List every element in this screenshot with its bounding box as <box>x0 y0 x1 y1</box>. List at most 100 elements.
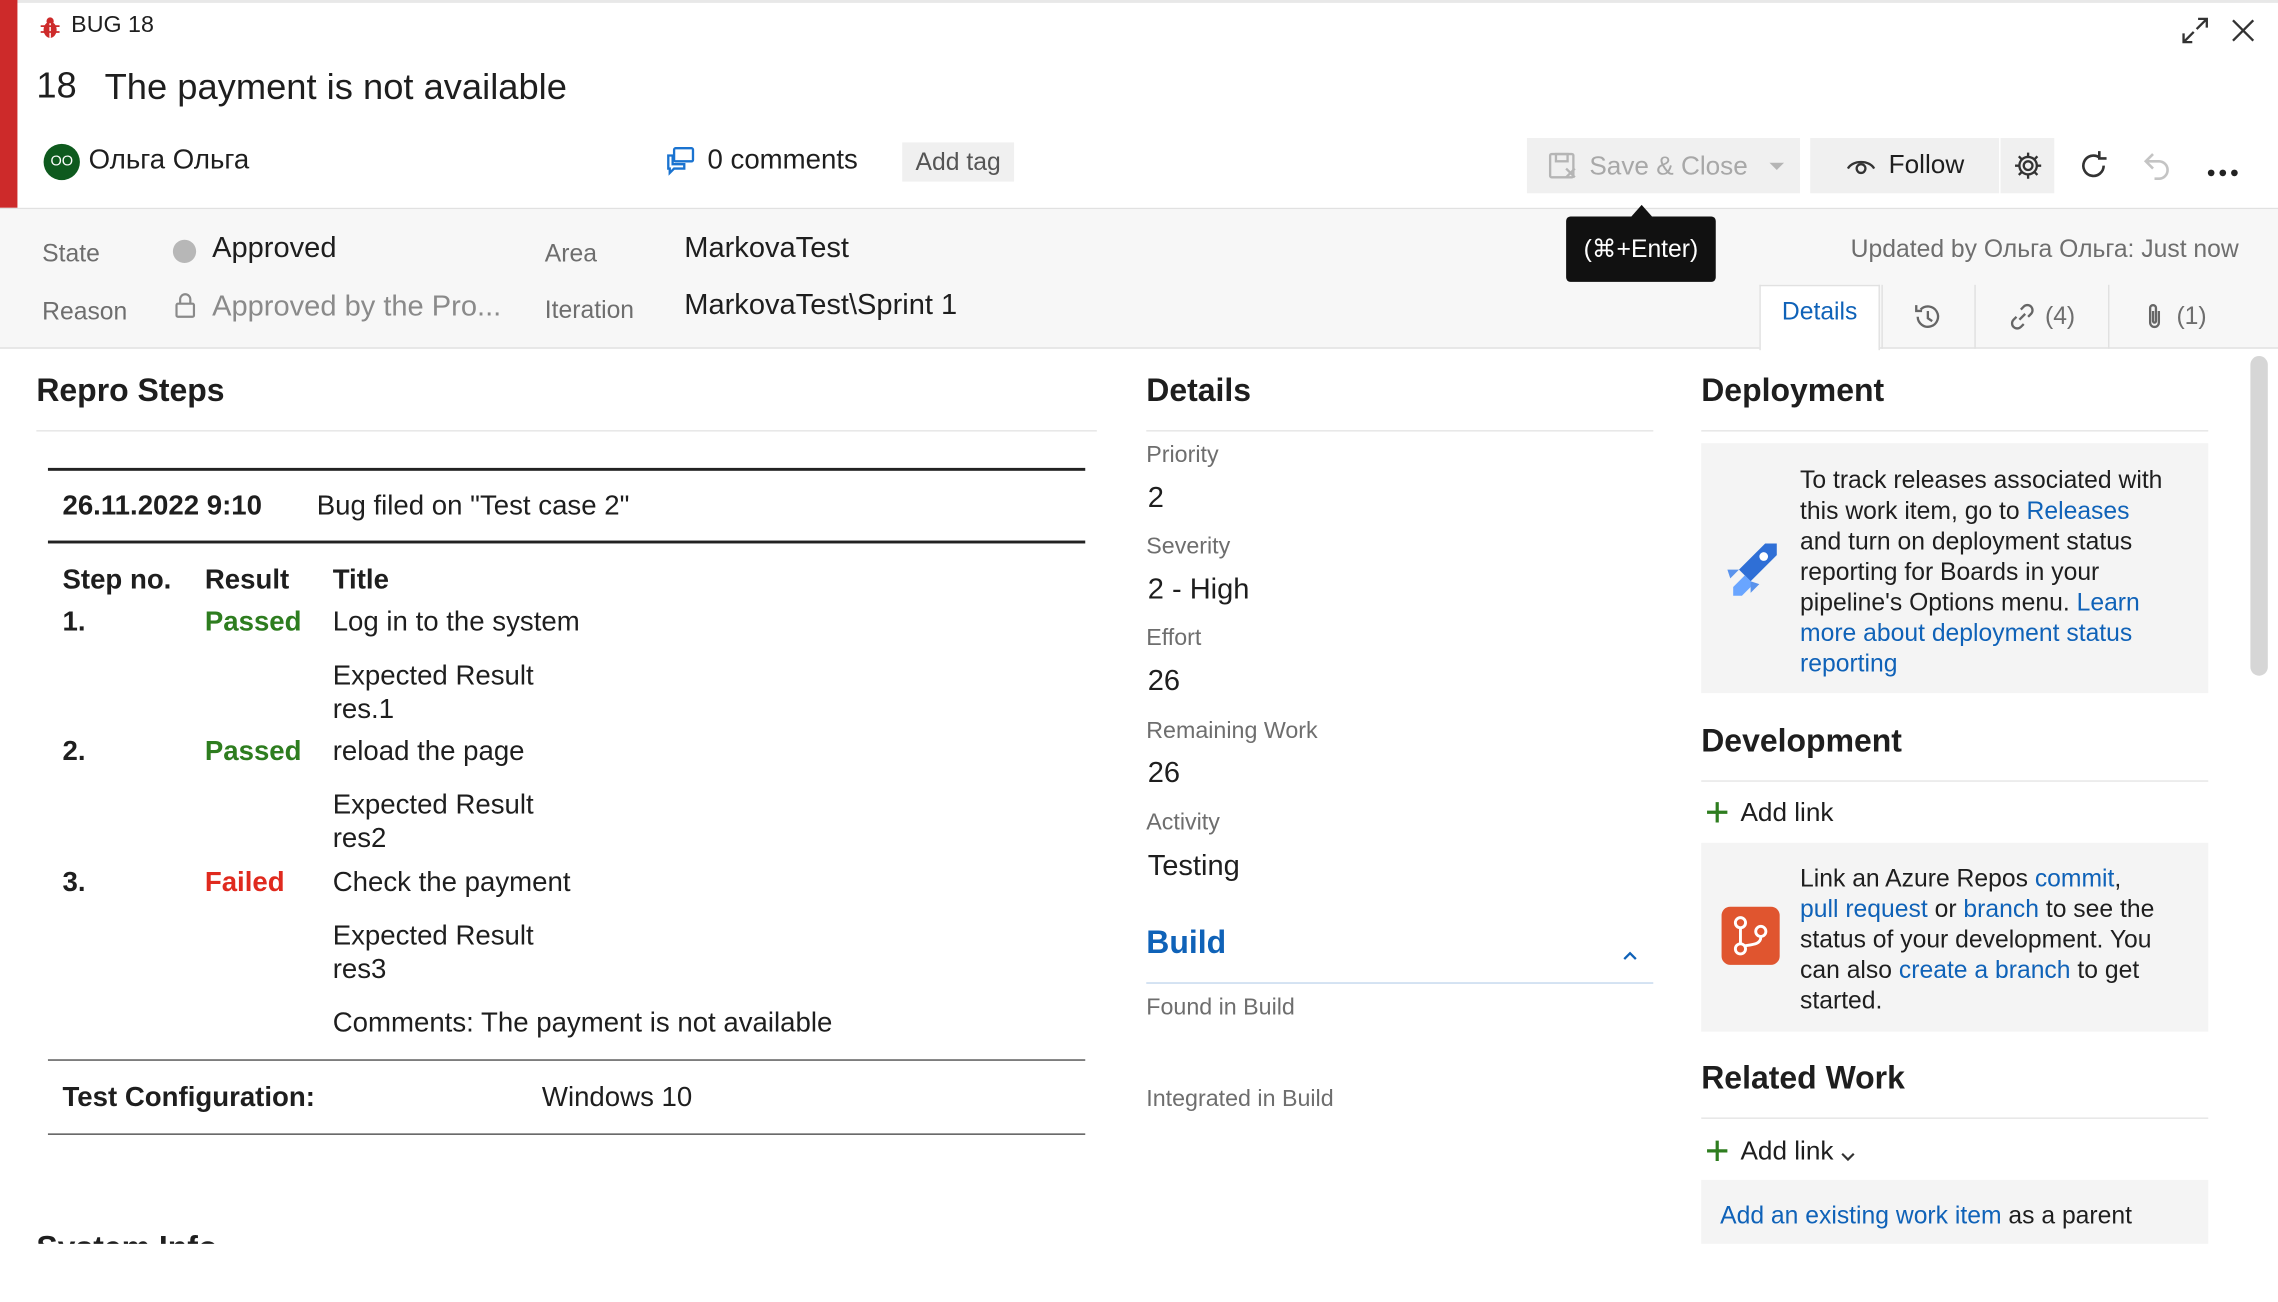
lock-icon <box>174 292 196 325</box>
pull-request-link[interactable]: pull request <box>1800 895 1928 923</box>
refresh-icon[interactable] <box>2076 148 2111 190</box>
step-result-passed: Passed <box>204 736 302 768</box>
tab-history[interactable] <box>1881 284 1973 349</box>
col-title: Title <box>332 565 389 596</box>
col-result: Result <box>204 565 290 596</box>
add-tag-button[interactable]: Add tag <box>902 142 1015 182</box>
follow-label: Follow <box>1888 149 1965 179</box>
effort-value[interactable]: 26 <box>1148 666 1180 699</box>
step-expected-value: res.1 <box>332 694 395 726</box>
state-value[interactable]: Approved <box>212 232 336 265</box>
comments-count[interactable]: 0 comments <box>708 145 858 177</box>
comments-icon[interactable] <box>664 145 696 184</box>
deployment-text-part: pipeline's Options menu. <box>1800 588 2070 617</box>
step-result-failed: Failed <box>204 867 285 899</box>
development-text-part: to get <box>2077 956 2140 984</box>
bug-icon <box>39 16 61 39</box>
eye-icon <box>1845 154 1877 185</box>
branch-link[interactable]: branch <box>1963 895 2039 923</box>
plus-icon[interactable] <box>1706 1139 1729 1170</box>
chevron-down-icon[interactable] <box>1767 155 1787 181</box>
effort-label: Effort <box>1146 626 1202 651</box>
reason-value: Approved by the Pro... <box>212 290 502 323</box>
assigned-to[interactable]: Ольга Ольга <box>89 145 250 177</box>
work-item-title[interactable]: The payment is not available <box>105 67 567 109</box>
top-border <box>0 0 2278 3</box>
development-line: started. <box>1800 986 1883 1015</box>
work-item-type-color-bar <box>0 0 18 208</box>
chevron-down-icon[interactable] <box>1839 1145 1856 1171</box>
step-number: 1. <box>62 607 86 638</box>
repro-datetime: 26.11.2022 9:10 <box>62 491 263 522</box>
undo-icon[interactable] <box>2141 148 2173 190</box>
more-actions-icon[interactable] <box>2207 160 2239 186</box>
repro-top-border <box>47 467 1086 471</box>
activity-label: Activity <box>1146 810 1220 836</box>
priority-label: Priority <box>1146 443 1219 468</box>
scrollbar-thumb[interactable] <box>2250 356 2268 676</box>
severity-value[interactable]: 2 - High <box>1148 574 1250 607</box>
deployment-title: Deployment <box>1701 371 1885 409</box>
iteration-label: Iteration <box>544 296 635 325</box>
test-configuration-value: Windows 10 <box>541 1082 693 1114</box>
chevron-up-icon[interactable] <box>1620 945 1640 971</box>
related-work-text: Add an existing work item as a parent <box>1720 1200 2132 1231</box>
tab-links[interactable]: (4) <box>1974 284 2106 349</box>
tab-attachments-count: (1) <box>2176 302 2207 330</box>
area-value[interactable]: MarkovaTest <box>684 232 849 265</box>
found-in-build-label: Found in Build <box>1146 995 1295 1021</box>
repro-steps-divider <box>36 430 1097 432</box>
development-text: Link an Azure Repos commit, pull request… <box>1800 863 2154 1016</box>
state-label: State <box>42 239 100 268</box>
test-configuration-label: Test Configuration: <box>62 1082 315 1114</box>
step-expected-value: res2 <box>332 823 387 855</box>
area-label: Area <box>544 239 597 268</box>
repro-filed-on: Bug filed on "Test case 2" <box>316 491 630 522</box>
step-number: 2. <box>62 736 86 768</box>
related-work-divider <box>1701 1117 2209 1119</box>
deployment-divider <box>1701 430 2209 432</box>
step-title: Check the payment <box>332 867 571 899</box>
development-line: can also create a branch to get <box>1800 955 2154 986</box>
development-title: Development <box>1701 722 1902 759</box>
tab-attachments[interactable]: (1) <box>2108 284 2242 349</box>
integrated-in-build-label: Integrated in Build <box>1146 1086 1334 1112</box>
close-icon[interactable] <box>2229 16 2258 52</box>
activity-value[interactable]: Testing <box>1148 850 1240 883</box>
learn-more-link[interactable]: reporting <box>1800 648 2162 679</box>
commit-link[interactable]: commit <box>2035 865 2115 893</box>
development-add-link[interactable]: Add link <box>1740 798 1833 829</box>
reason-label: Reason <box>42 297 128 326</box>
remaining-work-value[interactable]: 26 <box>1148 757 1180 790</box>
work-item-type-label: BUG 18 <box>71 13 154 38</box>
build-section-title[interactable]: Build <box>1146 924 1226 962</box>
repro-comments: Comments: The payment is not available <box>332 1008 833 1039</box>
paperclip-icon <box>2149 304 2161 329</box>
repro-steps-title: Repro Steps <box>36 371 225 409</box>
deployment-line: reporting for Boards in your <box>1800 557 2100 586</box>
shortcut-tooltip: (⌘+Enter) <box>1566 216 1716 282</box>
learn-more-link[interactable]: more about deployment status <box>1800 618 2162 649</box>
step-title: reload the page <box>332 736 525 768</box>
deployment-line: and turn on deployment status <box>1800 527 2133 556</box>
releases-link[interactable]: Releases <box>2027 497 2130 525</box>
plus-icon[interactable] <box>1706 801 1729 832</box>
priority-value[interactable]: 2 <box>1148 482 1164 515</box>
link-icon <box>2010 303 2034 330</box>
tab-details-label: Details <box>1781 297 1858 326</box>
related-add-link[interactable]: Add link <box>1740 1136 1833 1167</box>
deployment-line: To track releases associated with <box>1800 466 2163 495</box>
deployment-line: pipeline's Options menu. Learn <box>1800 587 2162 618</box>
step-expected-label: Expected Result <box>332 661 534 692</box>
deployment-line: this work item, go to Releases <box>1800 496 2162 527</box>
create-branch-link[interactable]: create a branch <box>1899 956 2071 984</box>
add-existing-work-item-link[interactable]: Add an existing work item <box>1720 1202 2001 1230</box>
step-expected-label: Expected Result <box>332 921 534 952</box>
maximize-icon[interactable] <box>2179 15 2211 54</box>
remaining-work-label: Remaining Work <box>1146 719 1318 744</box>
learn-more-link[interactable]: Learn <box>2077 589 2140 617</box>
iteration-value[interactable]: MarkovaTest\Sprint 1 <box>684 289 957 322</box>
development-text-part: can also <box>1800 956 1893 984</box>
settings-button[interactable] <box>2000 138 2055 194</box>
deployment-text-part: this work item, go to <box>1800 496 2020 525</box>
